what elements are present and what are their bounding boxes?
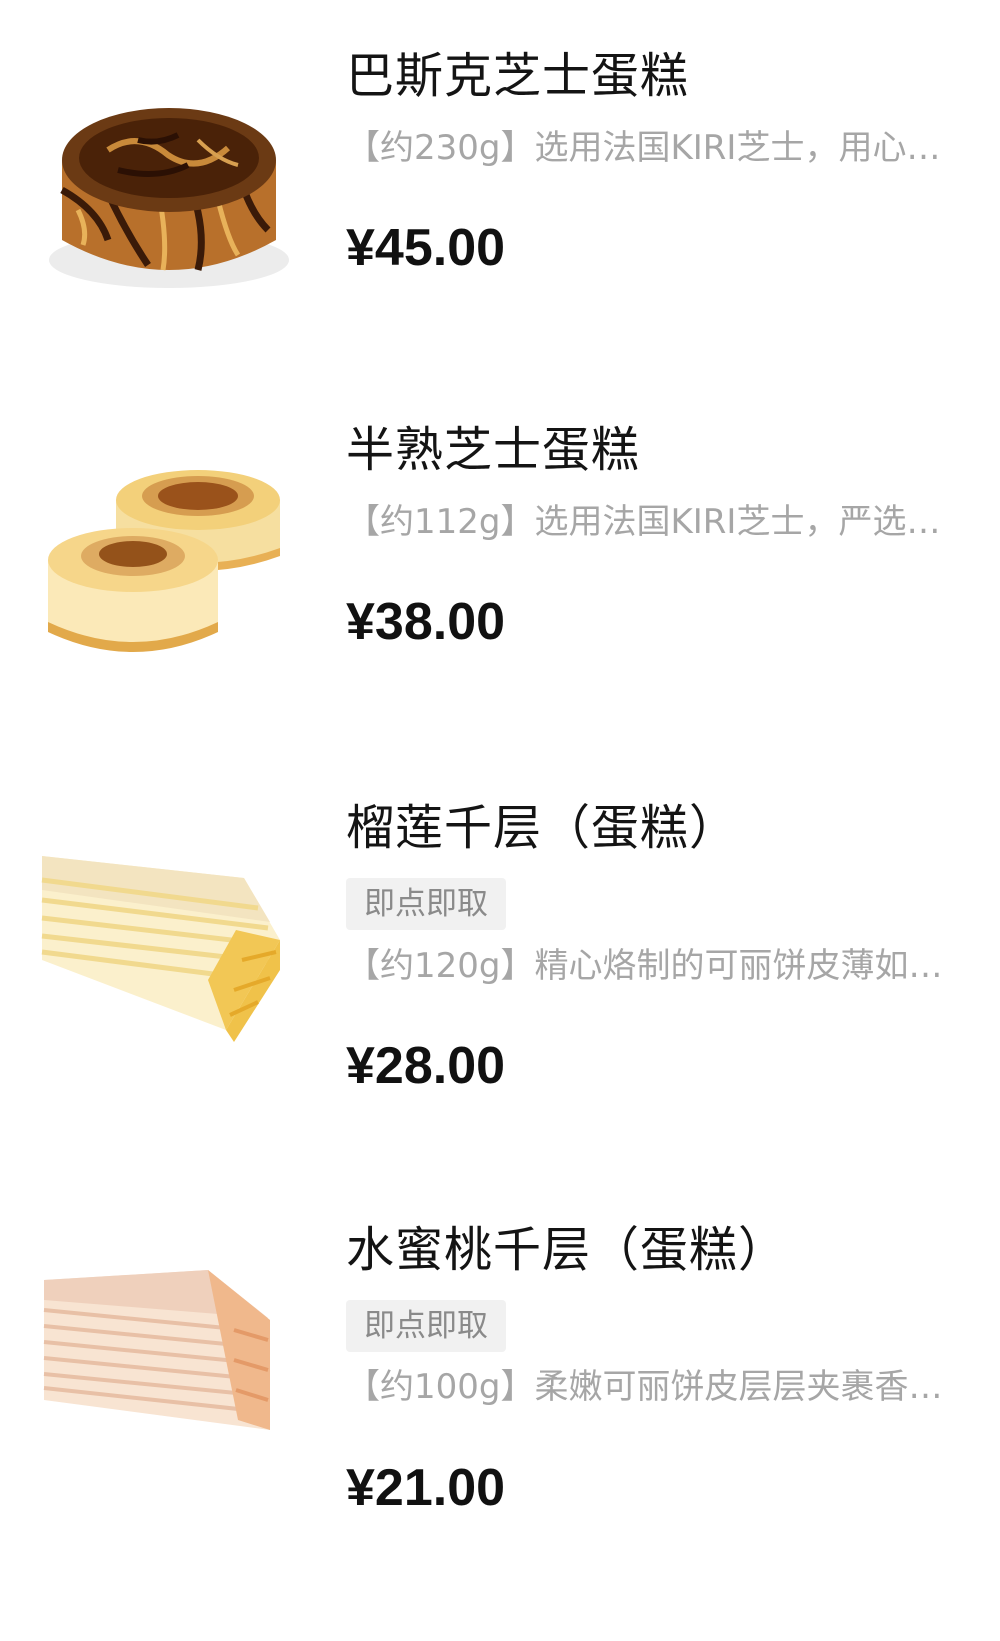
product-price: ¥28.00 [346,1037,506,1095]
durian-mille-crepe-image[interactable] [38,820,300,1082]
product-name: 水蜜桃千层（蛋糕） [346,1222,788,1278]
product-desc: 【约100g】柔嫩可丽饼皮层层夹裹香甜果肉 [346,1367,956,1407]
product-price: ¥21.00 [346,1459,506,1517]
product-name: 半熟芝士蛋糕 [346,422,641,478]
product-price: ¥45.00 [346,219,506,277]
product-desc: 【约112g】选用法国KIRI芝士，严选食材制作 [346,502,956,542]
product-desc: 【约230g】选用法国KIRI芝士，用心烘烤的巴斯克芝士蛋糕 [346,128,956,168]
instant-pickup-tag: 即点即取 [346,1300,506,1352]
peach-mille-crepe-image[interactable] [38,1260,300,1522]
product-name: 榴莲千层（蛋糕） [346,800,739,856]
product-name: 巴斯克芝士蛋糕 [346,48,690,104]
instant-pickup-tag: 即点即取 [346,878,506,930]
product-price: ¥38.00 [346,593,506,651]
product-desc: 【约120g】精心烙制的可丽饼皮薄如蝉翼 [346,946,956,986]
basque-cheesecake-image[interactable] [38,70,300,332]
half-baked-cheesecake-image[interactable] [38,430,300,692]
